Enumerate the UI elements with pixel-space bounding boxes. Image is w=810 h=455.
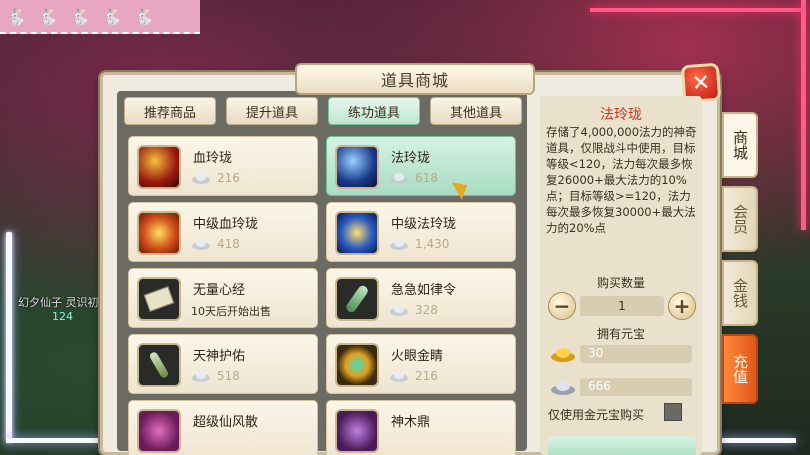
silver-ingot-icon [390, 371, 408, 382]
panel-title: 道具商城 [295, 63, 535, 95]
silver-ingot-icon [551, 381, 575, 395]
item-card-mana-orb[interactable]: 法玲珑 618 [326, 136, 516, 196]
item-price-row: 618 [389, 171, 438, 185]
item-card-mid-mana-orb[interactable]: 中级法玲珑 1,430 [326, 202, 516, 262]
item-name: 天神护佑 [193, 349, 246, 364]
silver-ingot-icon [390, 173, 408, 184]
only-gold-checkbox[interactable] [664, 403, 682, 421]
item-price-row: 418 [191, 237, 240, 251]
category-tabs: 推荐商品 提升道具 练功道具 其他道具 [124, 97, 522, 125]
neon-frame-top [590, 8, 805, 12]
item-name: 中级法玲珑 [391, 217, 457, 232]
character-level: 124 [52, 310, 73, 323]
bunny-icon: 🐇 [37, 6, 58, 26]
tab-training[interactable]: 练功道具 [328, 97, 420, 125]
item-card-powder[interactable]: 超级仙风散 [128, 400, 318, 455]
item-price: 216 [415, 369, 438, 383]
quantity-stepper: − 1 + [548, 292, 696, 322]
item-price-row: 216 [191, 171, 240, 185]
mid-mana-orb-icon [335, 211, 379, 255]
bunny-icon: 🐇 [133, 6, 154, 26]
item-name: 血玲珑 [193, 151, 233, 166]
scroll-icon [137, 277, 181, 321]
item-price: 216 [217, 171, 240, 185]
powder-icon [137, 409, 181, 453]
item-name: 法玲珑 [391, 151, 431, 166]
silver-ingot-icon [390, 305, 408, 316]
side-tab-money[interactable]: 金钱 [722, 260, 758, 326]
only-gold-label: 仅使用金元宝购买 [548, 408, 645, 422]
quantity-label: 购买数量 [596, 276, 645, 290]
blessing-icon [137, 343, 181, 387]
gold-ingot-icon [551, 348, 575, 362]
item-note-row: 10天后开始出售 [191, 303, 271, 319]
quantity-increase-button[interactable]: + [668, 292, 696, 320]
item-card-blessing[interactable]: 天神护佑 518 [128, 334, 318, 394]
item-price: 518 [217, 369, 240, 383]
side-tab-mall[interactable]: 商城 [722, 112, 758, 178]
item-name: 中级血玲珑 [193, 217, 259, 232]
item-name: 无量心经 [193, 283, 246, 298]
decorative-ribbon: 🐇 🐇 🐇 🐇 🐇 [0, 0, 200, 34]
gold-ingot-row: 30 [550, 344, 694, 364]
item-card-cauldron[interactable]: 神木鼎 [326, 400, 516, 455]
side-tab-label: 商城 [731, 130, 749, 160]
item-card-scroll[interactable]: 无量心经 10天后开始出售 [128, 268, 318, 328]
item-price: 418 [217, 237, 240, 251]
side-tab-member[interactable]: 会员 [722, 186, 758, 252]
quantity-value[interactable]: 1 [580, 296, 664, 316]
side-tab-recharge[interactable]: 充值 [722, 334, 758, 404]
quantity-decrease-button[interactable]: − [548, 292, 576, 320]
detail-description: 存储了4,000,000法力的神奇道具，仅限战斗中使用，目标等级<120，法力每… [546, 125, 697, 235]
item-card-eye[interactable]: 火眼金睛 216 [326, 334, 516, 394]
item-price: 328 [415, 303, 438, 317]
mid-blood-orb-icon [137, 211, 181, 255]
item-detail-panel: 法玲珑 存储了4,000,000法力的神奇道具，仅限战斗中使用，目标等级<120… [540, 96, 702, 455]
cauldron-icon [335, 409, 379, 453]
character-name: 幻夕仙子 灵识初 [18, 296, 99, 309]
talisman-icon [335, 277, 379, 321]
bunny-icon: 🐇 [69, 6, 90, 26]
item-name: 超级仙风散 [193, 415, 259, 430]
silver-ingot-icon [192, 371, 210, 382]
item-price: 618 [415, 171, 438, 185]
silver-ingot-icon [192, 239, 210, 250]
owned-currency-label: 拥有元宝 [596, 327, 645, 341]
item-price-row: 1,430 [389, 237, 449, 251]
bunny-icon: 🐇 [101, 6, 122, 26]
tab-other[interactable]: 其他道具 [430, 97, 522, 125]
item-name: 火眼金睛 [391, 349, 444, 364]
item-card-blood-orb[interactable]: 血玲珑 216 [128, 136, 318, 196]
tab-recommended[interactable]: 推荐商品 [124, 97, 216, 125]
side-tab-label: 充值 [731, 354, 749, 384]
side-tab-label: 会员 [731, 204, 749, 234]
tab-upgrade[interactable]: 提升道具 [226, 97, 318, 125]
silver-amount: 666 [588, 379, 611, 393]
item-price: 1,430 [415, 237, 450, 251]
silver-ingot-icon [390, 239, 408, 250]
eye-icon [335, 343, 379, 387]
gold-amount: 30 [588, 346, 604, 360]
detail-title: 法玲珑 [600, 107, 642, 123]
item-price-row: 216 [389, 369, 438, 383]
silver-ingot-row: 666 [550, 377, 694, 397]
item-card-mid-blood-orb[interactable]: 中级血玲珑 418 [128, 202, 318, 262]
item-sale-note: 10天后开始出售 [191, 305, 271, 318]
mana-orb-icon [335, 145, 379, 189]
neon-frame-right [801, 0, 806, 230]
blood-orb-icon [137, 145, 181, 189]
item-name: 急急如律令 [391, 283, 457, 298]
item-name: 神木鼎 [391, 415, 431, 430]
item-price-row: 518 [191, 369, 240, 383]
item-card-talisman[interactable]: 急急如律令 328 [326, 268, 516, 328]
silver-ingot-icon [192, 173, 210, 184]
side-tab-label: 金钱 [731, 278, 749, 308]
buy-button[interactable] [548, 436, 696, 455]
bunny-icon: 🐇 [6, 6, 26, 26]
item-price-row: 328 [389, 303, 438, 317]
neon-frame-left [6, 232, 12, 442]
